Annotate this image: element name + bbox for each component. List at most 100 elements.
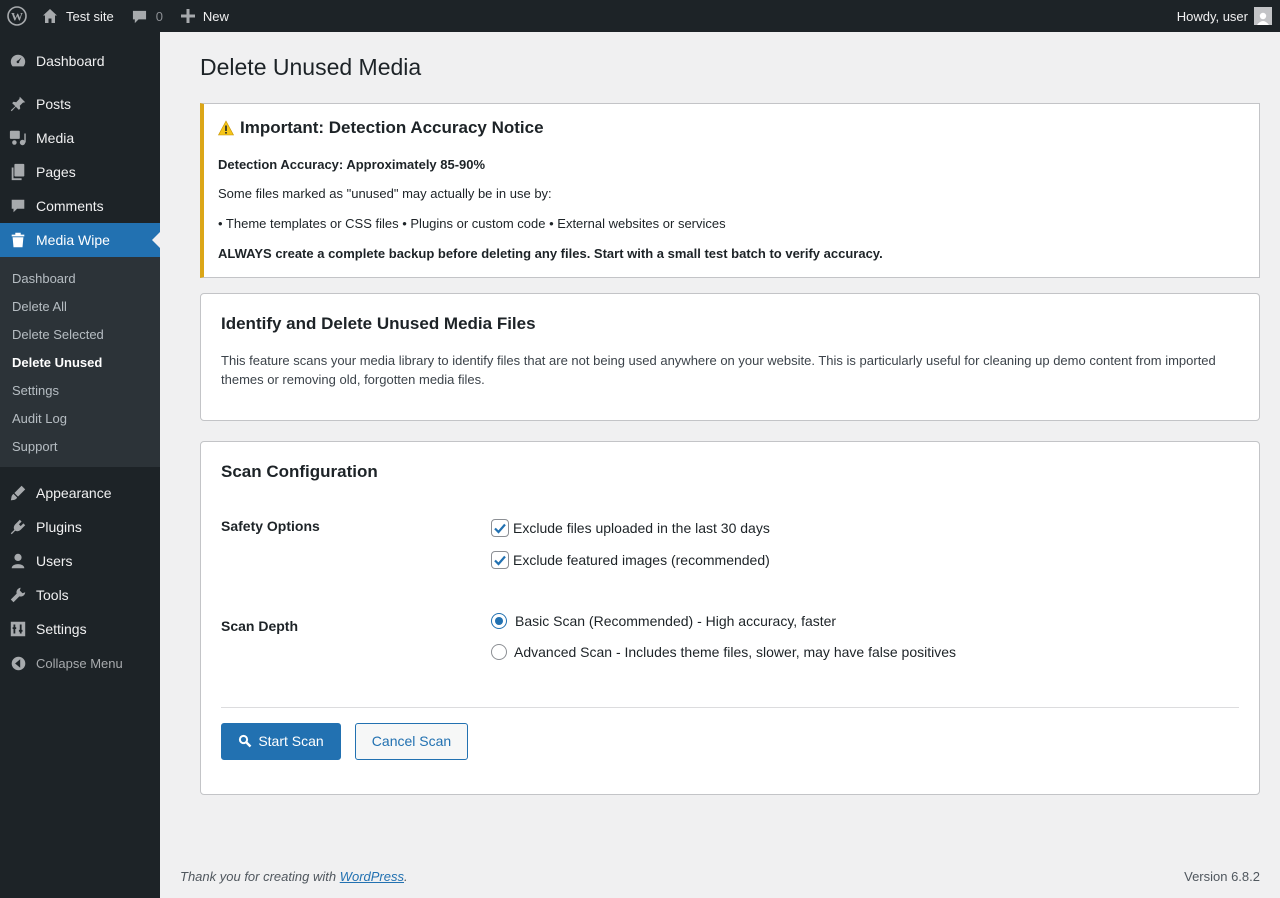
wordpress-link[interactable]: WordPress [340,869,404,884]
search-icon [239,735,252,748]
pages-icon [0,163,36,181]
safety-options-fields: Exclude files uploaded in the last 30 da… [491,517,1239,569]
page-title: Delete Unused Media [200,54,422,80]
sidebar-item-label: Dashboard [36,53,105,69]
exclude-featured-checkbox[interactable] [491,550,509,569]
footer: Thank you for creating with WordPress. V… [180,869,1260,884]
sidebar-item-posts[interactable]: Posts [0,87,160,121]
divider [221,706,1239,708]
checkmark-icon [494,523,506,534]
dashboard-icon [0,52,36,70]
admin-sidebar: Dashboard Posts Media Pages Comments Med… [0,32,160,898]
sidebar-item-tools[interactable]: Tools [0,578,160,612]
sidebar-item-label: Tools [36,587,69,603]
submenu-item-delete-unused[interactable]: Delete Unused [0,348,160,376]
footer-version: Version 6.8.2 [1184,869,1260,884]
scan-depth-fields: Basic Scan (Recommended) - High accuracy… [491,612,1239,660]
notice-title: Important: Detection Accuracy Notice [218,118,1245,138]
notice-accuracy: Detection Accuracy: Approximately 85-90% [218,156,486,172]
comment-icon [132,10,146,23]
basic-scan-label: Basic Scan (Recommended) - High accuracy… [515,612,837,629]
sidebar-item-label: Plugins [36,519,82,535]
comments-link[interactable]: 0 [124,0,171,32]
user-icon [0,552,36,570]
sidebar-item-plugins[interactable]: Plugins [0,510,160,544]
sidebar-item-dashboard[interactable]: Dashboard [0,44,160,78]
sidebar-item-media[interactable]: Media [0,121,160,155]
submenu-item-delete-all[interactable]: Delete All [0,292,160,320]
cancel-scan-button[interactable]: Cancel Scan [355,722,468,760]
plugin-icon [0,518,36,536]
sidebar-item-label: Posts [36,96,72,112]
sidebar-item-label: Media Wipe [36,232,110,248]
site-name-link[interactable]: Test site [34,0,124,32]
sidebar-item-settings[interactable]: Settings [0,612,160,646]
sidebar-item-label: Comments [36,198,104,214]
exclude-recent-checkbox[interactable] [491,518,509,537]
start-scan-label: Start Scan [258,733,324,750]
media-wipe-submenu: Dashboard Delete All Delete Selected Del… [0,257,160,467]
basic-scan-radio[interactable] [491,612,507,629]
sidebar-item-label: Media [36,130,75,146]
brush-icon [0,484,36,502]
settings-icon [0,620,36,638]
sidebar-item-media-wipe[interactable]: Media Wipe [0,223,160,257]
howdy-text: Howdy, user [1176,8,1248,24]
checkmark-icon [494,555,506,566]
new-label: New [202,8,229,24]
admin-bar: W Test site 0 New Howdy, user [0,0,1280,32]
notice-title-text: Important: Detection Accuracy Notice [240,117,544,137]
submenu-item-delete-selected[interactable]: Delete Selected [0,320,160,348]
wrench-icon [0,586,36,604]
advanced-scan-label: Advanced Scan - Includes theme files, sl… [514,643,956,660]
advanced-scan-radio[interactable] [491,643,507,660]
accuracy-notice: Important: Detection Accuracy Notice Det… [200,102,1260,278]
notice-warning: ALWAYS create a complete backup before d… [218,245,883,261]
intro-card-description: This feature scans your media library to… [221,352,1216,388]
footer-thanks-suffix: . [404,869,408,884]
sidebar-item-users[interactable]: Users [0,544,160,578]
wordpress-logo-icon[interactable]: W [0,0,34,32]
site-name: Test site [66,8,114,24]
sidebar-item-label: Appearance [36,485,112,501]
plus-icon [180,9,195,23]
comments-count: 0 [155,8,163,24]
notice-list: • Theme templates or CSS files • Plugins… [218,216,726,232]
sidebar-item-pages[interactable]: Pages [0,155,160,189]
avatar [1254,7,1272,25]
advanced-scan-option[interactable]: Advanced Scan - Includes theme files, sl… [491,643,1239,660]
home-icon [43,9,57,23]
scan-depth-label: Scan Depth [221,617,299,634]
sidebar-item-label: Users [36,553,73,569]
safety-options-row: Safety Options Exclude files uploaded in… [221,517,1239,569]
submenu-item-dashboard[interactable]: Dashboard [0,264,160,292]
sidebar-item-label: Settings [36,621,87,637]
scan-actions: Start Scan Cancel Scan [221,722,1239,760]
start-scan-button[interactable]: Start Scan [221,722,341,760]
collapse-label: Collapse Menu [36,655,123,671]
intro-card: Identify and Delete Unused Media Files T… [200,292,1260,421]
exclude-featured-option[interactable]: Exclude featured images (recommended) [491,550,1239,569]
pin-icon [0,95,36,113]
new-content-link[interactable]: New [173,0,237,32]
exclude-recent-option[interactable]: Exclude files uploaded in the last 30 da… [491,518,1239,537]
my-account-link[interactable]: Howdy, user [1177,0,1272,32]
sidebar-item-label: Pages [36,164,76,180]
submenu-item-settings[interactable]: Settings [0,376,160,404]
scan-depth-row: Scan Depth Basic Scan (Recommended) - Hi… [221,612,1239,660]
media-icon [0,129,36,147]
comment-icon [0,197,36,215]
sidebar-item-appearance[interactable]: Appearance [0,476,160,510]
scan-configuration-card: Scan Configuration Safety Options Exclud… [200,440,1260,795]
warning-icon [218,120,234,136]
footer-thanks-prefix: Thank you for creating with [180,869,340,884]
main-content: Delete Unused Media Important: Detection… [200,32,1260,795]
collapse-menu-button[interactable]: Collapse Menu [0,646,160,680]
svg-text:W: W [11,10,23,24]
notice-intro: Some files marked as "unused" may actual… [218,186,552,202]
sidebar-item-comments[interactable]: Comments [0,189,160,223]
trash-icon [0,231,36,249]
basic-scan-option[interactable]: Basic Scan (Recommended) - High accuracy… [491,612,1239,629]
submenu-item-support[interactable]: Support [0,432,160,460]
submenu-item-audit-log[interactable]: Audit Log [0,404,160,432]
